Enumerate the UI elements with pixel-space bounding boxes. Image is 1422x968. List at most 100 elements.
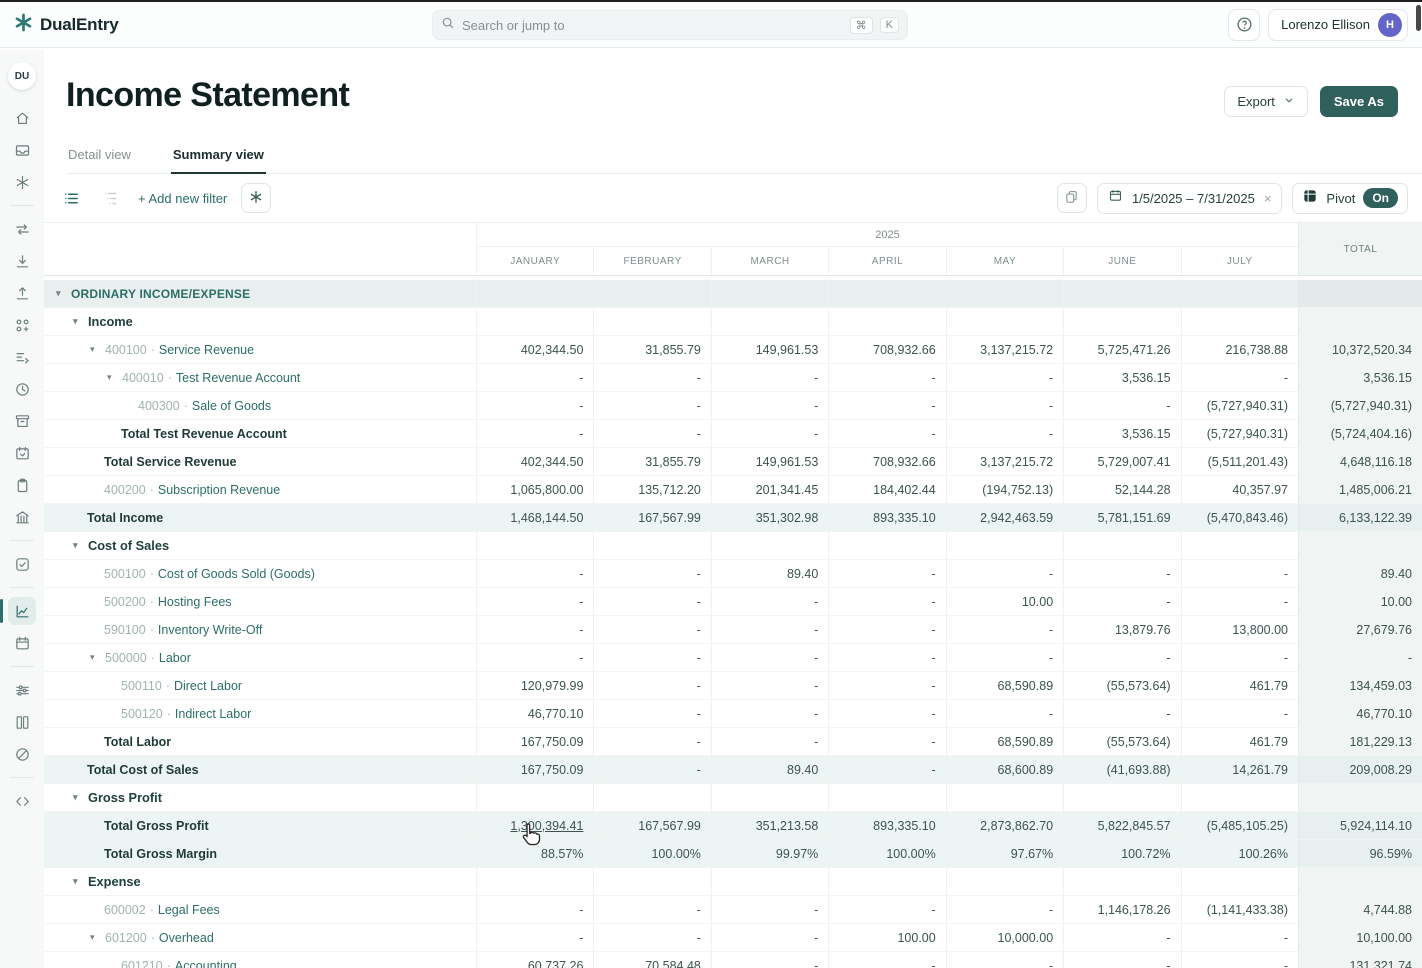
value-cell[interactable]: 1,300,394.41 bbox=[476, 812, 593, 839]
total-cell[interactable]: 181,229.13 bbox=[1298, 728, 1422, 755]
account-name[interactable]: Subscription Revenue bbox=[158, 483, 280, 497]
value-cell[interactable]: - bbox=[476, 896, 593, 923]
cell-value[interactable]: 3,137,215.72 bbox=[980, 343, 1053, 357]
cell-value[interactable]: 3,536.15 bbox=[1122, 427, 1171, 441]
sidebar-item-calendar[interactable] bbox=[8, 629, 36, 657]
value-cell[interactable] bbox=[1063, 280, 1180, 307]
collapse-caret-icon[interactable]: ▾ bbox=[90, 344, 105, 355]
collapse-caret-icon[interactable]: ▾ bbox=[73, 316, 88, 327]
collapse-caret-icon[interactable]: ▾ bbox=[73, 540, 88, 551]
row-label[interactable]: Total Gross Profit bbox=[44, 812, 476, 839]
ai-filter-button[interactable] bbox=[241, 183, 271, 213]
cell-value[interactable]: - bbox=[1049, 427, 1053, 441]
month-header-may[interactable]: MAY bbox=[946, 247, 1063, 275]
cell-value[interactable]: 216,738.88 bbox=[1225, 343, 1288, 357]
cell-value[interactable]: - bbox=[932, 651, 936, 665]
cell-value[interactable]: 402,344.50 bbox=[521, 343, 584, 357]
value-cell[interactable]: 14,261.79 bbox=[1181, 756, 1298, 783]
total-cell[interactable]: - bbox=[1298, 644, 1422, 671]
value-cell[interactable]: 5,725,471.26 bbox=[1063, 336, 1180, 363]
value-cell[interactable] bbox=[711, 784, 828, 811]
value-cell[interactable]: 60,737.26 bbox=[476, 952, 593, 968]
total-column-header[interactable]: TOTAL bbox=[1298, 223, 1422, 275]
cell-value[interactable]: - bbox=[1284, 567, 1288, 581]
brand-logo[interactable]: DualEntry bbox=[14, 13, 119, 37]
value-cell[interactable]: 10.00 bbox=[946, 588, 1063, 615]
cell-value[interactable]: 10.00 bbox=[1022, 595, 1053, 609]
scrollbar[interactable] bbox=[1416, 5, 1421, 965]
value-cell[interactable]: - bbox=[1181, 700, 1298, 727]
cell-value[interactable]: 3,536.15 bbox=[1122, 371, 1171, 385]
cell-value[interactable]: (5,724,404.16) bbox=[1331, 427, 1412, 441]
cell-value[interactable]: 100.26% bbox=[1239, 847, 1288, 861]
value-cell[interactable]: 89.40 bbox=[711, 756, 828, 783]
value-cell[interactable]: 135,712.20 bbox=[593, 476, 710, 503]
cell-value[interactable]: - bbox=[814, 399, 818, 413]
row-label[interactable]: ▾Cost of Sales bbox=[44, 532, 476, 559]
cell-value[interactable]: 1,065,800.00 bbox=[510, 483, 583, 497]
cell-value[interactable]: - bbox=[1166, 959, 1170, 968]
value-cell[interactable]: - bbox=[593, 616, 710, 643]
value-cell[interactable]: - bbox=[828, 616, 945, 643]
value-cell[interactable]: - bbox=[946, 560, 1063, 587]
collapse-caret-icon[interactable]: ▾ bbox=[107, 372, 122, 383]
cell-value[interactable]: 100.00 bbox=[897, 931, 935, 945]
cell-value[interactable]: - bbox=[814, 735, 818, 749]
cell-value[interactable]: 1,468,144.50 bbox=[510, 511, 583, 525]
value-cell[interactable]: (55,573.64) bbox=[1063, 728, 1180, 755]
tab-detail-view[interactable]: Detail view bbox=[66, 138, 133, 173]
value-cell[interactable]: 167,750.09 bbox=[476, 728, 593, 755]
sidebar-item-developer[interactable] bbox=[8, 787, 36, 815]
total-cell[interactable]: (5,724,404.16) bbox=[1298, 420, 1422, 447]
value-cell[interactable]: 351,302.98 bbox=[711, 504, 828, 531]
cell-value[interactable]: 201,341.45 bbox=[756, 483, 819, 497]
cell-value[interactable]: - bbox=[697, 903, 701, 917]
cell-value[interactable]: - bbox=[697, 371, 701, 385]
value-cell[interactable]: - bbox=[476, 364, 593, 391]
workspace-avatar[interactable]: DU bbox=[8, 62, 36, 90]
cell-value[interactable]: 6,133,122.39 bbox=[1339, 511, 1412, 525]
value-cell[interactable]: - bbox=[593, 728, 710, 755]
row-label[interactable]: ▾500000·Labor bbox=[44, 644, 476, 671]
cell-value[interactable]: 46,770.10 bbox=[528, 707, 584, 721]
sidebar-item-ledgers[interactable] bbox=[8, 708, 36, 736]
value-cell[interactable]: - bbox=[828, 728, 945, 755]
value-cell[interactable]: - bbox=[946, 392, 1063, 419]
cell-value[interactable]: - bbox=[1049, 903, 1053, 917]
row-label[interactable]: ▾400010·Test Revenue Account bbox=[44, 364, 476, 391]
value-cell[interactable]: 13,879.76 bbox=[1063, 616, 1180, 643]
row-label[interactable]: ▾601200·Overhead bbox=[44, 924, 476, 951]
cell-value[interactable]: (41,693.88) bbox=[1107, 763, 1171, 777]
value-cell[interactable]: - bbox=[1181, 364, 1298, 391]
value-cell[interactable]: (5,485,105.25) bbox=[1181, 812, 1298, 839]
total-cell[interactable] bbox=[1298, 308, 1422, 335]
value-cell[interactable]: 708,932.66 bbox=[828, 336, 945, 363]
value-cell[interactable]: 1,468,144.50 bbox=[476, 504, 593, 531]
value-cell[interactable] bbox=[593, 280, 710, 307]
value-cell[interactable]: - bbox=[593, 924, 710, 951]
value-cell[interactable]: - bbox=[828, 364, 945, 391]
month-header-january[interactable]: JANUARY bbox=[476, 247, 593, 275]
search-input[interactable] bbox=[462, 18, 843, 33]
value-cell[interactable] bbox=[593, 308, 710, 335]
cell-value[interactable]: 97.67% bbox=[1011, 847, 1053, 861]
value-cell[interactable]: 149,961.53 bbox=[711, 448, 828, 475]
cell-value[interactable]: 893,335.10 bbox=[873, 511, 936, 525]
cell-value[interactable]: - bbox=[697, 707, 701, 721]
account-name[interactable]: Cost of Goods Sold (Goods) bbox=[158, 567, 315, 581]
cell-value[interactable]: - bbox=[697, 623, 701, 637]
total-cell[interactable]: 27,679.76 bbox=[1298, 616, 1422, 643]
value-cell[interactable]: - bbox=[593, 392, 710, 419]
cell-value[interactable]: 461.79 bbox=[1250, 679, 1288, 693]
value-cell[interactable]: 100.72% bbox=[1063, 840, 1180, 867]
date-range-picker[interactable]: 1/5/2025 – 7/31/2025 × bbox=[1097, 183, 1282, 214]
row-label[interactable]: ▾ORDINARY INCOME/EXPENSE bbox=[44, 280, 476, 307]
cell-value[interactable]: 131,321.74 bbox=[1349, 959, 1412, 968]
row-label[interactable]: ▾Expense bbox=[44, 868, 476, 895]
cell-value[interactable]: 10,100.00 bbox=[1356, 931, 1412, 945]
total-cell[interactable]: 4,744.88 bbox=[1298, 896, 1422, 923]
value-cell[interactable]: - bbox=[828, 644, 945, 671]
value-cell[interactable]: (55,573.64) bbox=[1063, 672, 1180, 699]
cell-value[interactable]: - bbox=[697, 595, 701, 609]
value-cell[interactable] bbox=[476, 308, 593, 335]
